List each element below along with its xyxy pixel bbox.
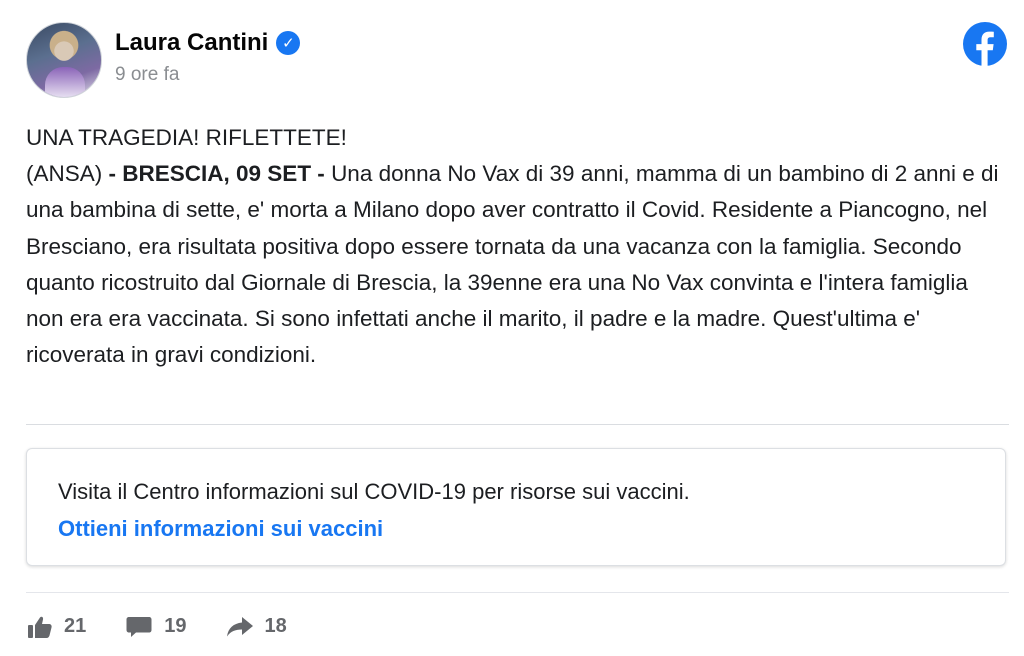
vaccine-info-link[interactable]: Ottieni informazioni sui vaccini xyxy=(58,516,383,542)
post-author: Laura Cantini ✓ xyxy=(115,29,301,57)
covid-info-text: Visita il Centro informazioni sul COVID-… xyxy=(58,479,690,504)
comments-count: 19 xyxy=(164,615,187,637)
covid-info-card: Visita il Centro informazioni sul COVID-… xyxy=(26,448,1006,566)
comment-icon xyxy=(126,616,152,637)
divider xyxy=(26,592,1009,593)
post-text: UNA TRAGEDIA! RIFLETTETE! (ANSA) - BRESC… xyxy=(26,120,1001,373)
shares-stat[interactable]: 18 xyxy=(226,615,287,638)
post-body-text: Una donna No Vax di 39 anni, mamma di un… xyxy=(26,161,999,368)
engagement-stats: 21 19 18 xyxy=(28,615,287,638)
post-body: (ANSA) - BRESCIA, 09 SET - Una donna No … xyxy=(26,156,1001,373)
like-icon xyxy=(28,616,52,638)
post-dateline: - BRESCIA, 09 SET - xyxy=(102,161,332,187)
facebook-icon[interactable] xyxy=(963,22,1007,66)
author-avatar[interactable] xyxy=(26,22,102,98)
shares-count: 18 xyxy=(264,615,287,637)
avatar-figure xyxy=(45,67,85,97)
author-name[interactable]: Laura Cantini xyxy=(115,29,268,57)
comments-stat[interactable]: 19 xyxy=(126,615,187,638)
verified-badge-icon: ✓ xyxy=(276,31,301,55)
likes-stat[interactable]: 21 xyxy=(28,615,86,638)
likes-count: 21 xyxy=(64,615,87,637)
divider xyxy=(26,424,1009,425)
post-source: (ANSA) xyxy=(26,161,103,187)
post-timestamp[interactable]: 9 ore fa xyxy=(115,64,179,86)
share-icon xyxy=(226,616,253,636)
post-headline: UNA TRAGEDIA! RIFLETTETE! xyxy=(26,125,347,150)
